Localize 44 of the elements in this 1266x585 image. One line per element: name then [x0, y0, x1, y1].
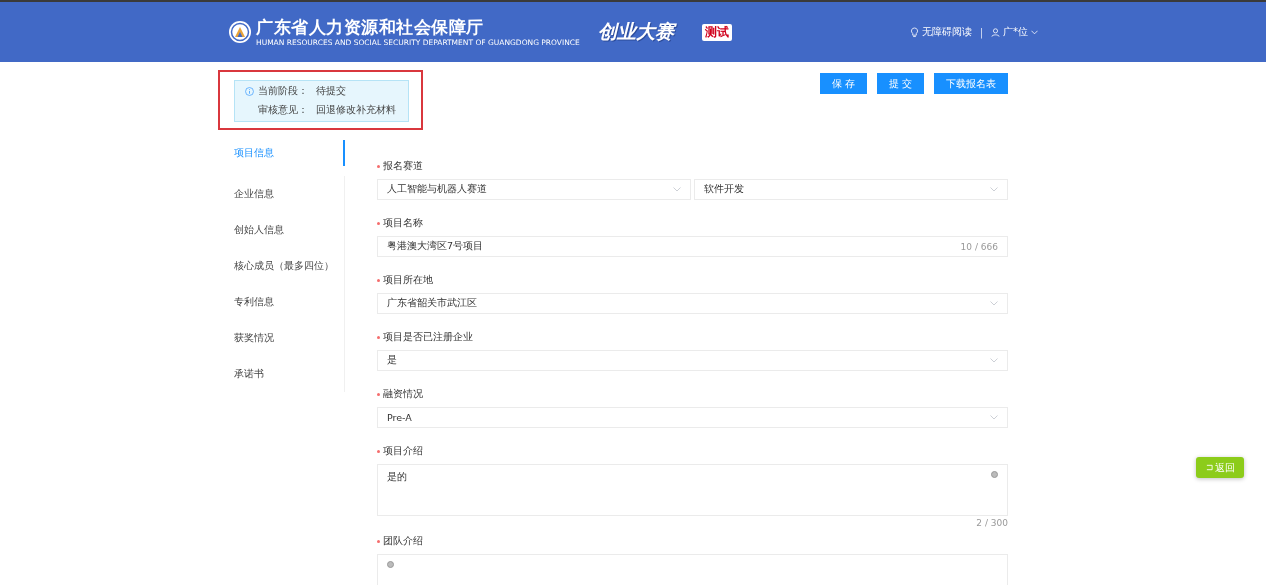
return-icon — [1205, 464, 1213, 471]
input-field[interactable]: 粤港澳大湾区7号项目 10 / 666 — [377, 236, 1008, 257]
nav-item[interactable]: 承诺书 — [218, 356, 345, 392]
accessibility-link[interactable]: 无障碍阅读 — [921, 25, 972, 39]
char-counter: 2 / 300 — [976, 518, 1008, 528]
nav-item[interactable]: 企业信息 — [218, 176, 345, 212]
stage-value: 待提交 — [316, 85, 346, 98]
char-counter: 10 / 666 — [960, 241, 998, 252]
field-label: 报名赛道 — [383, 160, 423, 173]
select-field[interactable]: 是 — [377, 350, 1008, 371]
field-label: 项目所在地 — [383, 274, 433, 287]
env-label: 测试 — [701, 23, 732, 41]
nav-item[interactable]: 获奖情况 — [218, 320, 345, 356]
emblem-icon — [228, 20, 252, 44]
nav-item[interactable]: 创始人信息 — [218, 212, 345, 248]
review-value: 回退修改补充材料 — [316, 104, 396, 117]
user-icon — [991, 27, 1000, 37]
caret-icon — [1031, 29, 1038, 35]
clear-icon — [387, 561, 394, 568]
nav-item[interactable]: 核心成员（最多四位） — [218, 248, 345, 284]
field-label: 项目名称 — [383, 217, 423, 230]
select-field[interactable]: 软件开发 — [694, 179, 1008, 200]
stage-label: 当前阶段： — [258, 85, 308, 98]
textarea-field[interactable]: 是的 — [377, 464, 1008, 516]
select-field[interactable]: 广东省韶关市武江区 — [377, 293, 1008, 314]
select-field[interactable]: 人工智能与机器人赛道 — [377, 179, 691, 200]
select-field[interactable]: Pre-A — [377, 407, 1008, 428]
chevron-down-icon — [673, 187, 681, 192]
chevron-down-icon — [990, 187, 998, 192]
nav-item[interactable]: 专利信息 — [218, 284, 345, 320]
separator: | — [979, 26, 983, 38]
review-label: 审核意见： — [258, 104, 308, 117]
info-icon — [245, 87, 254, 96]
field-label: 团队介绍 — [383, 535, 423, 548]
field-label: 融资情况 — [383, 388, 423, 401]
lightbulb-icon — [909, 26, 919, 38]
clear-icon — [991, 471, 998, 478]
chevron-down-icon — [990, 301, 998, 306]
field-label: 项目是否已注册企业 — [383, 331, 473, 344]
chevron-down-icon — [990, 415, 998, 420]
org-name: 广东省人力资源和社会保障厅 — [256, 16, 485, 39]
user-menu[interactable]: 广*位 — [1003, 25, 1028, 39]
chevron-down-icon — [990, 358, 998, 363]
field-label: 项目介绍 — [383, 445, 423, 458]
